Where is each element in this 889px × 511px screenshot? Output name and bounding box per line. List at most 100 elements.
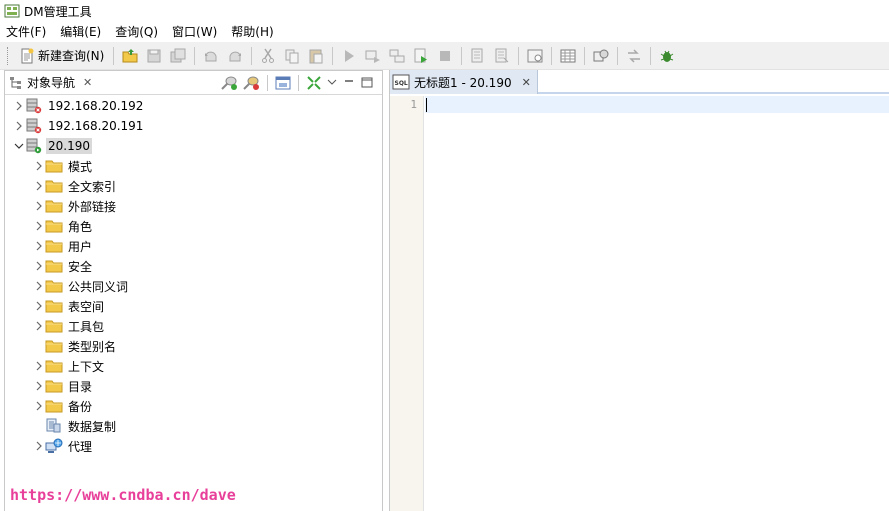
chevron-right-icon[interactable] [33,256,45,276]
folder-icon [45,318,63,334]
navigator-header: 对象导航 ✕ [5,71,382,95]
chevron-right-icon[interactable] [33,156,45,176]
explain-button[interactable] [386,45,408,67]
db-object-icon [593,49,609,61]
menu-help[interactable]: 帮助(H) [224,22,280,42]
rollback-button[interactable] [491,45,513,67]
toolbar-separator [617,46,619,65]
history-button[interactable] [524,45,546,67]
navigator-tab[interactable]: 对象导航 ✕ [5,71,98,95]
save-button[interactable] [143,45,165,67]
tree-node[interactable]: 用户 [5,236,382,256]
menu-query[interactable]: 查询(Q) [108,22,165,42]
stop-button[interactable] [434,45,456,67]
tree-node[interactable]: 20.190 [5,136,382,156]
commit-button[interactable] [467,45,489,67]
replication-icon [45,418,63,434]
tree-node[interactable]: 工具包 [5,316,382,336]
run-line-icon [365,50,381,63]
connect-icon[interactable] [220,75,238,91]
save-all-icon [170,48,186,62]
chevron-right-icon[interactable] [33,356,45,376]
tree-node[interactable]: 类型别名 [5,336,382,356]
toolbar-separator [251,46,253,65]
tree-node[interactable]: 全文索引 [5,176,382,196]
tree-node-label: 角色 [68,219,93,234]
disconnect-icon[interactable] [242,75,260,91]
dm-app-icon [4,4,20,18]
menu-file[interactable]: 文件(F) [0,22,53,42]
tree-node[interactable]: 外部链接 [5,196,382,216]
redo-button[interactable] [224,45,246,67]
tree-node[interactable]: 数据复制 [5,416,382,436]
tree-node[interactable]: 代理 [5,436,382,456]
chevron-right-icon[interactable] [33,396,45,416]
chevron-right-icon[interactable] [33,236,45,256]
tree-node-label: 表空间 [68,299,105,314]
save-all-button[interactable] [167,45,189,67]
close-icon[interactable]: ✕ [83,76,92,89]
tree-node-label: 目录 [68,379,93,394]
run-line-button[interactable] [362,45,384,67]
db-object-button[interactable] [590,45,612,67]
new-query-icon [21,48,34,63]
tree-node[interactable]: 模式 [5,156,382,176]
chevron-right-icon[interactable] [13,116,25,136]
tree-node[interactable]: 192.168.20.192 [5,96,382,116]
cut-button[interactable] [257,45,279,67]
save-icon [147,49,161,62]
maximize-icon[interactable] [360,76,374,90]
new-window-icon[interactable] [275,75,291,91]
watermark-url: https://www.cndba.cn/dave [10,486,236,504]
menu-edit[interactable]: 编辑(E) [53,22,108,42]
chevron-right-icon[interactable] [33,276,45,296]
close-icon[interactable]: ✕ [522,76,531,89]
sql-file-icon: SQL [392,74,410,90]
chevron-right-icon[interactable] [33,436,45,456]
paste-button[interactable] [305,45,327,67]
editor-tab[interactable]: SQL 无标题1 - 20.190 ✕ [390,70,538,94]
chevron-right-icon[interactable] [33,176,45,196]
new-query-button[interactable]: 新建查询(N) [15,45,108,67]
tree-node-label: 安全 [68,259,93,274]
tree-node-label: 全文索引 [68,179,117,194]
collapse-all-icon[interactable] [306,75,322,91]
undo-button[interactable] [200,45,222,67]
copy-button[interactable] [281,45,303,67]
chevron-right-icon[interactable] [33,296,45,316]
tree-node[interactable]: 安全 [5,256,382,276]
chevron-right-icon[interactable] [33,216,45,236]
grid-button[interactable] [557,45,579,67]
folder-icon [45,158,63,174]
toolbar-separator [518,46,520,65]
sql-editor-textarea[interactable] [425,96,889,511]
open-button[interactable] [119,45,141,67]
view-menu-chevron-icon[interactable] [326,77,338,89]
chevron-right-icon[interactable] [33,316,45,336]
open-folder-icon [122,48,138,62]
tree-node[interactable]: 表空间 [5,296,382,316]
transfer-button[interactable] [623,45,645,67]
run-icon [345,49,355,62]
toolbar-separator [551,46,553,65]
tree-node[interactable]: 192.168.20.191 [5,116,382,136]
debug-button[interactable] [656,45,678,67]
tree-node[interactable]: 备份 [5,396,382,416]
run-script-button[interactable] [410,45,432,67]
chevron-down-icon[interactable] [13,136,25,156]
tree-node[interactable]: 公共同义词 [5,276,382,296]
tree-node[interactable]: 角色 [5,216,382,236]
chevron-right-icon[interactable] [33,376,45,396]
run-button[interactable] [338,45,360,67]
chevron-right-icon[interactable] [13,96,25,116]
menu-window[interactable]: 窗口(W) [165,22,224,42]
minimize-icon[interactable] [342,77,356,89]
tree-node[interactable]: 目录 [5,376,382,396]
navigator-tab-label: 对象导航 [27,76,76,90]
tool-separator [267,75,268,91]
chevron-right-icon[interactable] [33,196,45,216]
tree-node[interactable]: 上下文 [5,356,382,376]
explain-icon [389,49,405,62]
